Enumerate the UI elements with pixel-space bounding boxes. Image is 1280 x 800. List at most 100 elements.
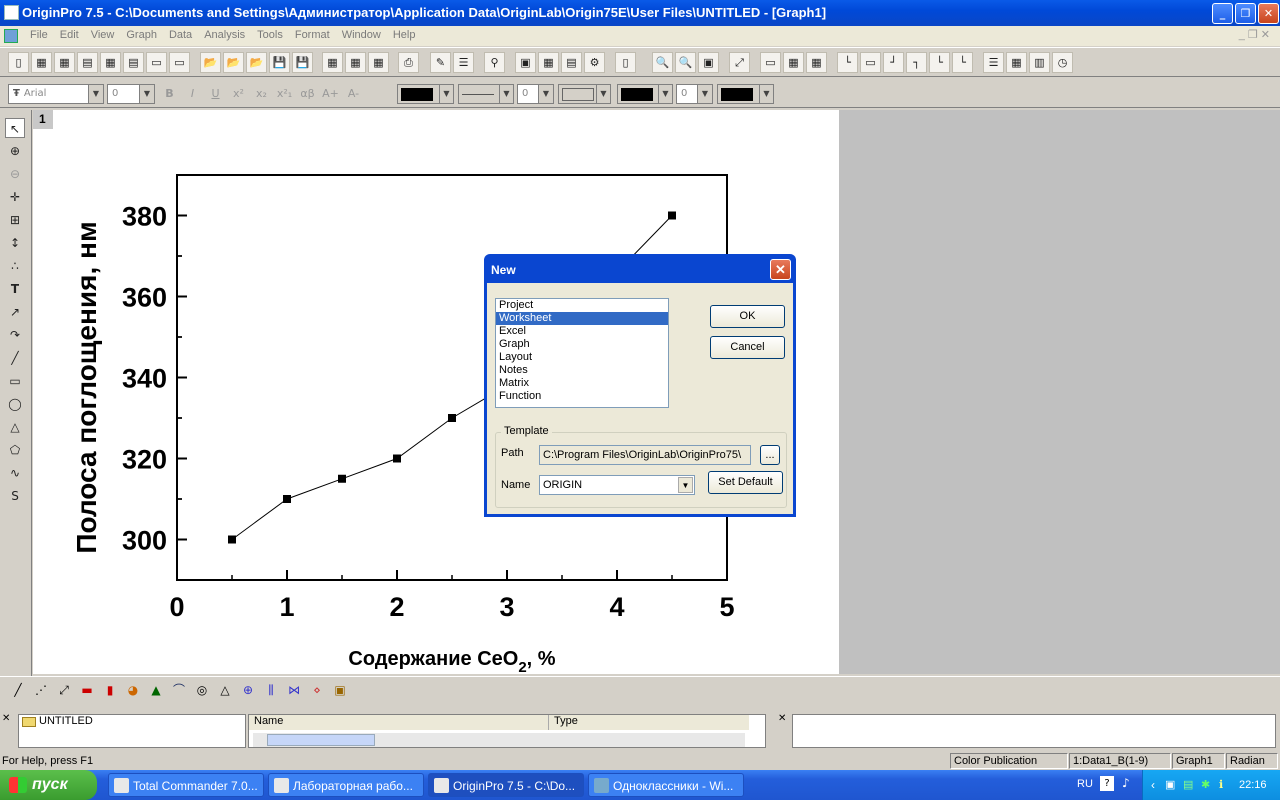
- list-item[interactable]: Project: [496, 299, 668, 312]
- pattern-fill-select[interactable]: ▼: [717, 84, 774, 104]
- chevron-down-icon[interactable]: ▼: [678, 477, 693, 493]
- list-item-selected[interactable]: Worksheet: [496, 312, 668, 325]
- chevron-down-icon[interactable]: ▼: [88, 85, 103, 103]
- draw-data-icon[interactable]: ∴: [5, 256, 25, 276]
- list-item[interactable]: Notes: [496, 364, 668, 377]
- menu-help[interactable]: Help: [387, 26, 422, 41]
- italic-button[interactable]: I: [182, 83, 203, 104]
- origin-app-icon[interactable]: [4, 5, 19, 20]
- smith-chart-icon[interactable]: ⊕: [238, 680, 258, 700]
- folder-untitled[interactable]: UNTITLED: [39, 715, 93, 727]
- zoom-plot-icon[interactable]: ⋄: [307, 680, 327, 700]
- column-type[interactable]: Type: [549, 715, 749, 730]
- vector-plot-icon[interactable]: ⫼: [261, 680, 281, 700]
- line-style-select[interactable]: ▼: [458, 84, 514, 104]
- box-plot-icon[interactable]: ⋈: [284, 680, 304, 700]
- whole-page-icon[interactable]: ▣: [698, 52, 719, 73]
- print-icon[interactable]: ⎙: [398, 52, 419, 73]
- axis-offset-icon[interactable]: └: [952, 52, 973, 73]
- pointer-tool-icon[interactable]: ↖: [5, 118, 25, 138]
- axis-top-icon[interactable]: ┐: [906, 52, 927, 73]
- path-field[interactable]: C:\Program Files\OriginLab\OriginPro75\: [539, 445, 751, 465]
- data-point[interactable]: [393, 454, 401, 463]
- help-tray-icon[interactable]: ?: [1100, 776, 1114, 791]
- network-icon[interactable]: ▣: [1165, 770, 1175, 800]
- underline-button[interactable]: U: [205, 83, 226, 104]
- chevron-down-icon[interactable]: ▼: [499, 85, 513, 103]
- data-point[interactable]: [338, 474, 346, 483]
- polar-plot-icon[interactable]: ◎: [192, 680, 212, 700]
- minimize-button[interactable]: _: [1212, 3, 1233, 24]
- line-width-select[interactable]: 0 ▼: [517, 84, 554, 104]
- font-select[interactable]: Ŧ Arial ▼: [8, 84, 104, 104]
- area-plot-icon[interactable]: ▲: [146, 680, 166, 700]
- browse-button[interactable]: ...: [760, 445, 780, 465]
- line-plot-icon[interactable]: ╱: [8, 680, 28, 700]
- pattern-color-select[interactable]: ▼: [617, 84, 673, 104]
- ternary-plot-icon[interactable]: △: [215, 680, 235, 700]
- horizontal-scrollbar[interactable]: [253, 733, 745, 747]
- polygon-tool-icon[interactable]: △: [5, 417, 25, 437]
- data-point[interactable]: [668, 211, 676, 220]
- results-log-pane[interactable]: [792, 714, 1276, 748]
- arrow-tool-icon[interactable]: ↗: [5, 302, 25, 322]
- line-tool-icon[interactable]: ╱: [5, 348, 25, 368]
- decrease-font-button[interactable]: A-: [343, 83, 364, 104]
- increase-font-button[interactable]: A+: [320, 83, 341, 104]
- freehand-tool-icon[interactable]: S: [5, 486, 25, 506]
- list-item[interactable]: Function: [496, 390, 668, 403]
- set-default-button[interactable]: Set Default: [708, 471, 783, 494]
- new-function-icon[interactable]: ▤: [123, 52, 144, 73]
- axis-bottom-left-icon[interactable]: └: [837, 52, 858, 73]
- list-item[interactable]: Excel: [496, 325, 668, 338]
- fill-color-select[interactable]: ▼: [558, 84, 611, 104]
- legend-icon[interactable]: ☰: [983, 52, 1004, 73]
- info-icon[interactable]: ℹ: [1219, 770, 1223, 800]
- merge-graphs-icon[interactable]: ▦: [806, 52, 827, 73]
- menu-file[interactable]: File: [24, 26, 54, 41]
- chevron-down-icon[interactable]: ▼: [439, 85, 453, 103]
- mdi-controls[interactable]: _ ❐ ✕: [1239, 28, 1270, 41]
- scatter-plot-icon[interactable]: ⋰: [31, 680, 51, 700]
- rectangle-tool-icon[interactable]: ▭: [5, 371, 25, 391]
- data-reader-icon[interactable]: ⊞: [5, 210, 25, 230]
- polyline-tool-icon[interactable]: ∿: [5, 463, 25, 483]
- restore-button[interactable]: ❐: [1235, 3, 1256, 24]
- language-indicator[interactable]: RU: [1077, 778, 1093, 790]
- menu-view[interactable]: View: [85, 26, 121, 41]
- cancel-button[interactable]: Cancel: [710, 336, 785, 359]
- template-name-select[interactable]: ORIGIN ▼: [539, 475, 695, 495]
- chevron-down-icon[interactable]: ▼: [759, 85, 773, 103]
- chevron-down-icon[interactable]: ▼: [697, 85, 712, 103]
- task-browser[interactable]: Одноклассники - Wi...: [588, 773, 744, 797]
- results-log-icon[interactable]: ▣: [515, 52, 536, 73]
- zoom-in-icon[interactable]: 🔍: [652, 52, 673, 73]
- data-point[interactable]: [283, 495, 291, 503]
- start-button[interactable]: пуск: [0, 770, 97, 800]
- task-total-commander[interactable]: Total Commander 7.0...: [108, 773, 264, 797]
- axis-box-icon[interactable]: ▭: [860, 52, 881, 73]
- menu-data[interactable]: Data: [163, 26, 198, 41]
- subscript-button[interactable]: x₂: [251, 83, 272, 104]
- new-notes-icon[interactable]: ▭: [169, 52, 190, 73]
- chevron-down-icon[interactable]: ▼: [658, 85, 672, 103]
- new-graph-icon[interactable]: ▤: [77, 52, 98, 73]
- column-plot-icon[interactable]: ▮: [100, 680, 120, 700]
- chevron-down-icon[interactable]: ▼: [538, 85, 553, 103]
- data-point[interactable]: [448, 414, 456, 422]
- timestamp-icon[interactable]: ◷: [1052, 52, 1073, 73]
- font-size-select[interactable]: 0 ▼: [107, 84, 155, 104]
- explorer-close-icon[interactable]: ✕: [2, 713, 16, 724]
- list-item[interactable]: Layout: [496, 351, 668, 364]
- import-multiple-icon[interactable]: ▦: [345, 52, 366, 73]
- screen-reader-icon[interactable]: ✛: [5, 187, 25, 207]
- project-explorer-icon[interactable]: ⚲: [484, 52, 505, 73]
- new-excel-icon[interactable]: ▦: [54, 52, 75, 73]
- y-axis-title[interactable]: Полоса поглощения, нм: [71, 221, 102, 553]
- connection-icon[interactable]: ▤: [1183, 770, 1193, 800]
- open-excel-icon[interactable]: 📂: [246, 52, 267, 73]
- supsub-button[interactable]: x²₁: [274, 83, 295, 104]
- zoom-out-icon[interactable]: 🔍: [675, 52, 696, 73]
- zoom-tool-icon[interactable]: ⊕: [5, 141, 25, 161]
- new-project-icon[interactable]: ▯: [8, 52, 29, 73]
